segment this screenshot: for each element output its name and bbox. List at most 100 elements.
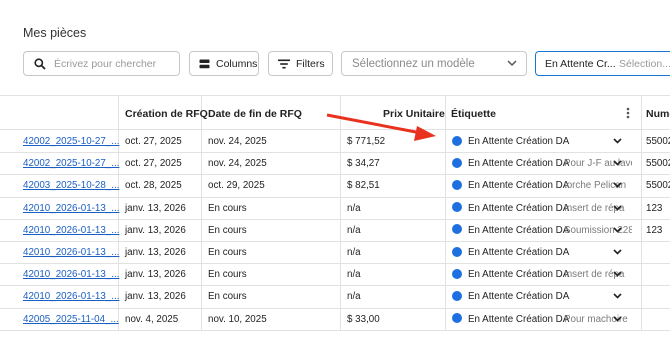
rfq-created-cell: nov. 4, 2025 (125, 313, 179, 325)
unit-price-cell: n/a (347, 269, 361, 281)
search-icon (34, 58, 46, 70)
filter-icon (278, 59, 290, 68)
number-cell: 123 (646, 202, 663, 214)
rfq-created-cell: oct. 27, 2025 (125, 158, 182, 170)
header-rfq-end[interactable]: Date de fin de RFQ (208, 108, 302, 120)
unit-price-cell: $ 33,00 (347, 313, 380, 325)
part-ref-link[interactable]: 42002_2025-10-27_... (23, 158, 119, 169)
row-divider (0, 196, 670, 198)
search-input[interactable] (54, 56, 174, 72)
header-rfq-created[interactable]: Création de RFQ (125, 108, 208, 120)
filters-label: Filters (296, 57, 325, 70)
tag-color-dot (452, 268, 462, 279)
tag-color-dot (452, 246, 462, 257)
tag-cell: En Attente Création DA (468, 313, 570, 325)
rfq-end-cell: oct. 29, 2025 (208, 180, 265, 192)
header-tag[interactable]: Étiquette (451, 108, 496, 120)
row-divider (0, 285, 670, 287)
part-ref-link[interactable]: 42010_2026-01-13_... (23, 291, 119, 302)
chevron-down-icon[interactable] (613, 160, 622, 166)
chevron-down-icon[interactable] (613, 271, 622, 277)
search-box[interactable] (23, 51, 180, 76)
tag-color-dot (452, 290, 462, 301)
rfq-created-cell: janv. 13, 2026 (125, 269, 186, 281)
column-divider (641, 95, 642, 331)
number-cell: 55002 (646, 158, 670, 170)
row-divider (0, 307, 670, 309)
chevron-down-icon[interactable] (613, 316, 622, 322)
number-cell: 55002 (646, 180, 670, 192)
rfq-end-cell: En cours (208, 269, 247, 281)
tag-cell: En Attente Création DA (468, 269, 570, 281)
tag-cell: En Attente Création DA (468, 136, 570, 147)
row-divider (0, 263, 670, 265)
rfq-created-cell: janv. 13, 2026 (125, 224, 186, 236)
part-ref-link[interactable]: 42010_2026-01-13_... (23, 203, 119, 214)
tag-cell: En Attente Création DA (468, 224, 570, 236)
model-select-placeholder: Sélectionnez un modèle (352, 58, 475, 70)
rfq-created-cell: janv. 13, 2026 (125, 291, 186, 303)
column-divider (201, 95, 202, 331)
chevron-down-icon[interactable] (613, 182, 622, 189)
tag-filter-value: En Attente Cr... (545, 58, 616, 70)
rfq-end-cell: nov. 24, 2025 (208, 136, 267, 147)
tag-color-dot (452, 135, 462, 146)
tag-color-dot (452, 202, 462, 213)
table-top-border (0, 95, 670, 96)
column-divider (445, 95, 446, 331)
unit-price-cell: $ 771,52 (347, 136, 386, 147)
tag-cell: En Attente Création DA (468, 180, 570, 192)
tag-cell: En Attente Création DA (468, 247, 570, 258)
part-ref-link[interactable]: 42003_2025-10-28_... (23, 180, 119, 191)
chevron-down-icon[interactable] (613, 205, 622, 211)
part-ref-link[interactable]: 42010_2026-01-13_... (23, 225, 119, 236)
columns-label: Columns (216, 57, 258, 70)
unit-price-cell: $ 82,51 (347, 180, 380, 192)
part-ref-link[interactable]: 42010_2026-01-13_... (23, 269, 119, 280)
unit-price-cell: n/a (347, 202, 361, 214)
row-divider (0, 152, 670, 154)
rfq-end-cell: En cours (208, 291, 247, 303)
tag-cell: En Attente Création DA (468, 158, 570, 170)
tag-color-dot (452, 179, 462, 190)
columns-button[interactable]: Columns (189, 51, 259, 76)
rfq-created-cell: janv. 13, 2026 (125, 247, 186, 258)
column-divider (340, 95, 341, 331)
chevron-down-icon (507, 60, 517, 67)
part-ref-link[interactable]: 42005_2025-11-04_... (23, 314, 119, 325)
chevron-down-icon[interactable] (613, 138, 622, 144)
rfq-end-cell: nov. 10, 2025 (208, 313, 267, 325)
number-cell: 123 (646, 224, 663, 236)
part-ref-link[interactable]: 42002_2025-10-27_... (23, 136, 119, 147)
rfq-end-cell: En cours (208, 202, 247, 214)
header-number[interactable]: Numé (646, 108, 670, 120)
part-ref-link[interactable]: 42010_2026-01-13_... (23, 247, 119, 258)
tag-color-dot (452, 313, 462, 324)
rfq-end-cell: En cours (208, 247, 247, 258)
chevron-down-icon[interactable] (613, 227, 622, 233)
header-divider (0, 129, 670, 130)
rfq-created-cell: oct. 28, 2025 (125, 180, 182, 192)
unit-price-cell: n/a (347, 224, 361, 236)
header-unit-price[interactable]: Prix Unitaire (383, 108, 445, 120)
unit-price-cell: $ 34,27 (347, 158, 380, 170)
number-cell: 55002 (646, 136, 670, 147)
row-divider (0, 218, 670, 220)
tag-filter-placeholder: Sélection... (619, 58, 670, 70)
filters-button[interactable]: Filters (268, 51, 333, 76)
columns-icon (199, 59, 210, 68)
rfq-end-cell: nov. 24, 2025 (208, 158, 267, 170)
tag-color-dot (452, 224, 462, 235)
chevron-down-icon[interactable] (613, 249, 622, 255)
chevron-down-icon[interactable] (613, 293, 622, 300)
unit-price-cell: n/a (347, 247, 361, 258)
tag-cell: En Attente Création DA (468, 291, 570, 303)
row-divider (0, 241, 670, 242)
model-select[interactable]: Sélectionnez un modèle (341, 51, 527, 76)
more-vert-icon[interactable] (626, 107, 630, 119)
tag-filter-select[interactable]: En Attente Cr... Sélection... (535, 51, 670, 76)
tag-cell: En Attente Création DA (468, 202, 570, 214)
row-divider (0, 174, 670, 176)
tag-color-dot (452, 157, 462, 168)
rfq-end-cell: En cours (208, 224, 247, 236)
